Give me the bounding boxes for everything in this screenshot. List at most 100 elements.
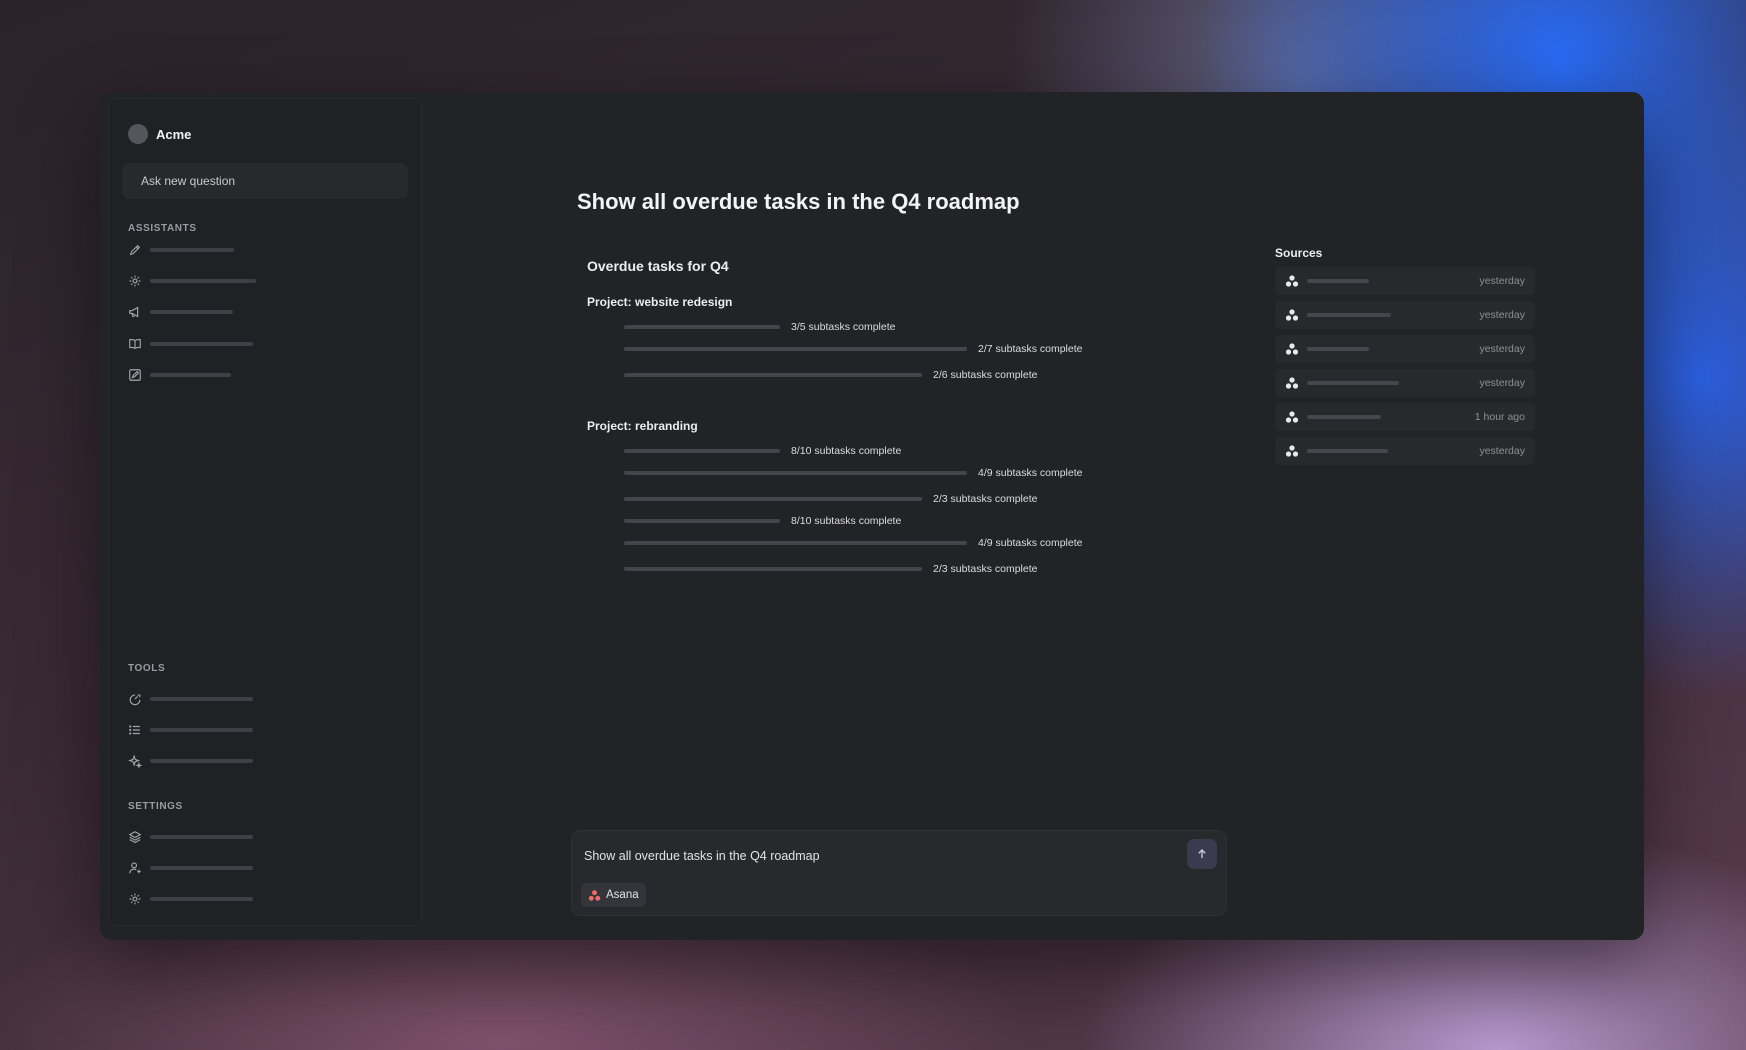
sidebar-item-tool-2[interactable] xyxy=(128,722,253,738)
asana-icon xyxy=(1285,445,1299,457)
task-row[interactable]: 4/9 subtasks complete xyxy=(624,466,1082,480)
send-button[interactable] xyxy=(1187,839,1217,869)
sidebar-item-tool-3[interactable] xyxy=(128,753,253,769)
sources-title: Sources xyxy=(1275,246,1323,260)
source-timestamp: yesterday xyxy=(1479,275,1525,287)
sidebar-item-assistant-5[interactable] xyxy=(128,367,231,383)
task-row[interactable]: 2/7 subtasks complete xyxy=(624,342,1082,356)
sidebar-item-assistant-2[interactable] xyxy=(128,273,256,289)
source-item[interactable]: yesterday xyxy=(1275,437,1535,465)
sidebar-item-setting-2[interactable] xyxy=(128,860,253,876)
source-name-placeholder xyxy=(1307,381,1399,385)
source-chip-asana[interactable]: Asana xyxy=(581,883,646,907)
setting-name-placeholder xyxy=(150,897,253,901)
asana-logo-icon xyxy=(588,889,601,901)
source-item[interactable]: yesterday xyxy=(1275,267,1535,295)
tool-name-placeholder xyxy=(150,759,253,763)
section-label-tools: TOOLS xyxy=(128,663,166,674)
gauge-icon xyxy=(129,694,141,706)
task-row[interactable]: 8/10 subtasks complete xyxy=(624,444,901,458)
sidebar-item-assistant-4[interactable] xyxy=(128,336,253,352)
assistant-name-placeholder xyxy=(150,342,253,346)
task-name-placeholder xyxy=(624,471,967,475)
assistant-name-placeholder xyxy=(150,310,233,314)
subtask-progress: 4/9 subtasks complete xyxy=(978,467,1083,479)
subtask-progress: 2/7 subtasks complete xyxy=(978,343,1083,355)
subtask-progress: 2/3 subtasks complete xyxy=(933,563,1038,575)
section-label-settings: SETTINGS xyxy=(128,801,183,812)
source-item[interactable]: yesterday xyxy=(1275,369,1535,397)
asana-icon xyxy=(1285,309,1299,321)
edit-icon xyxy=(129,369,141,381)
task-name-placeholder xyxy=(624,519,780,523)
source-item[interactable]: yesterday xyxy=(1275,301,1535,329)
source-name-placeholder xyxy=(1307,279,1369,283)
project-heading-website-redesign: Project: website redesign xyxy=(587,295,733,309)
brand-logo xyxy=(128,124,148,144)
asana-icon xyxy=(1285,275,1299,287)
arrow-up-icon xyxy=(1198,849,1206,858)
brand[interactable]: Acme xyxy=(128,124,191,144)
source-timestamp: yesterday xyxy=(1479,377,1525,389)
megaphone-icon xyxy=(129,306,139,318)
assistant-name-placeholder xyxy=(150,373,231,377)
ask-new-question-button[interactable]: Ask new question xyxy=(122,163,408,199)
sidebar-item-assistant-3[interactable] xyxy=(128,304,233,320)
task-name-placeholder xyxy=(624,541,967,545)
source-timestamp: yesterday xyxy=(1479,309,1525,321)
task-name-placeholder xyxy=(624,373,922,377)
message-composer[interactable]: Show all overdue tasks in the Q4 roadmap… xyxy=(571,830,1227,916)
task-name-placeholder xyxy=(624,567,922,571)
user-plus-icon xyxy=(129,862,141,874)
source-timestamp: yesterday xyxy=(1479,343,1525,355)
pen-icon xyxy=(129,244,141,256)
subtask-progress: 2/3 subtasks complete xyxy=(933,493,1038,505)
source-item[interactable]: 1 hour ago xyxy=(1275,403,1535,431)
source-name-placeholder xyxy=(1307,449,1388,453)
source-name-placeholder xyxy=(1307,313,1391,317)
subtask-progress: 8/10 subtasks complete xyxy=(791,515,902,527)
tool-name-placeholder xyxy=(150,697,253,701)
task-name-placeholder xyxy=(624,497,922,501)
asana-icon xyxy=(1285,377,1299,389)
sidebar: Acme Ask new question ASSISTANTS TOOLS S… xyxy=(108,98,422,926)
answer-heading: Overdue tasks for Q4 xyxy=(587,258,729,274)
layers-icon xyxy=(128,831,142,844)
gear-icon xyxy=(129,893,141,905)
sidebar-item-assistant-1[interactable] xyxy=(128,242,234,258)
sidebar-item-setting-3[interactable] xyxy=(128,891,253,907)
tool-name-placeholder xyxy=(150,728,253,732)
task-row[interactable]: 2/3 subtasks complete xyxy=(624,562,1037,576)
task-row[interactable]: 4/9 subtasks complete xyxy=(624,536,1082,550)
source-name-placeholder xyxy=(1307,347,1369,351)
sidebar-item-setting-1[interactable] xyxy=(128,829,253,845)
chip-label: Asana xyxy=(606,889,639,901)
subtask-progress: 8/10 subtasks complete xyxy=(791,445,902,457)
question-title: Show all overdue tasks in the Q4 roadmap xyxy=(577,189,1020,214)
source-timestamp: 1 hour ago xyxy=(1474,411,1525,423)
task-name-placeholder xyxy=(624,325,780,329)
source-item[interactable]: yesterday xyxy=(1275,335,1535,363)
task-name-placeholder xyxy=(624,347,967,351)
setting-name-placeholder xyxy=(150,835,253,839)
asana-icon xyxy=(1285,411,1299,423)
source-name-placeholder xyxy=(1307,415,1381,419)
message-input[interactable]: Show all overdue tasks in the Q4 roadmap xyxy=(584,849,820,863)
task-row[interactable]: 2/6 subtasks complete xyxy=(624,368,1037,382)
setting-name-placeholder xyxy=(150,866,253,870)
asana-icon xyxy=(1285,343,1299,355)
task-row[interactable]: 2/3 subtasks complete xyxy=(624,492,1037,506)
task-row[interactable]: 8/10 subtasks complete xyxy=(624,514,901,528)
section-label-assistants: ASSISTANTS xyxy=(128,223,197,234)
task-name-placeholder xyxy=(624,449,780,453)
assistant-name-placeholder xyxy=(150,248,234,252)
task-row[interactable]: 3/5 subtasks complete xyxy=(624,320,895,334)
project-heading-rebranding: Project: rebranding xyxy=(587,419,698,433)
sidebar-item-tool-1[interactable] xyxy=(128,691,253,707)
brand-name: Acme xyxy=(156,126,192,142)
list-icon xyxy=(129,725,140,735)
gear-icon xyxy=(129,275,141,287)
source-timestamp: yesterday xyxy=(1479,445,1525,457)
sparkle-icon xyxy=(128,754,142,768)
subtask-progress: 4/9 subtasks complete xyxy=(978,537,1083,549)
